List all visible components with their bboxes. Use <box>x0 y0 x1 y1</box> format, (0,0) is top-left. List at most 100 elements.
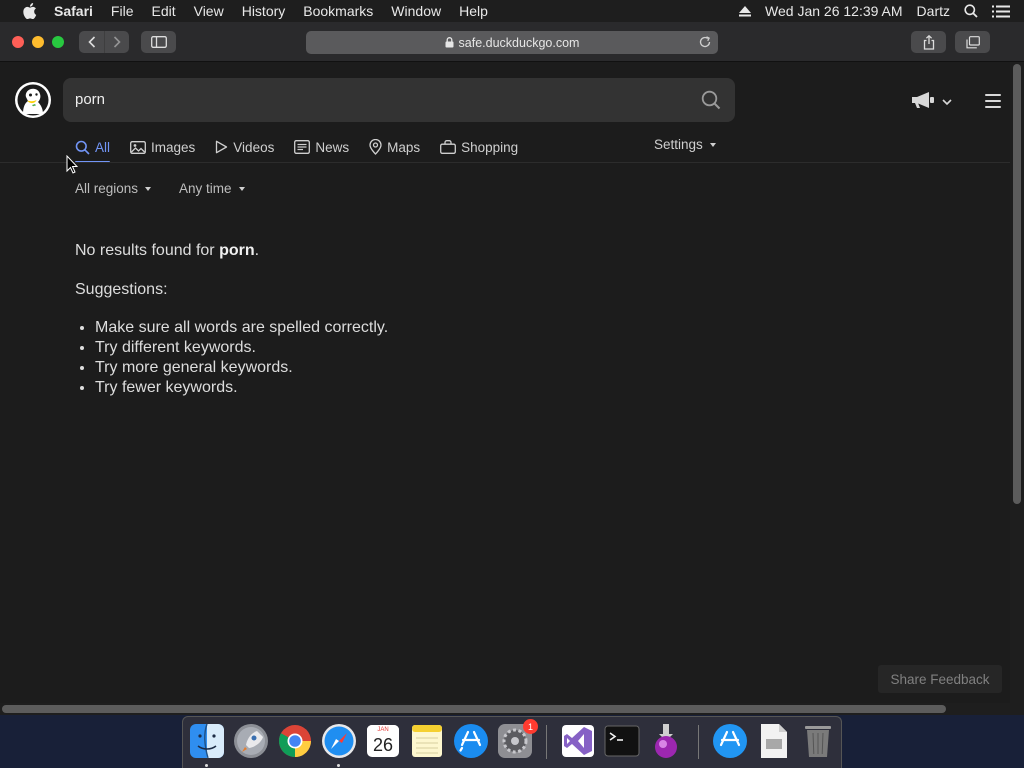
notification-center-icon[interactable] <box>992 5 1010 18</box>
tab-label: Images <box>151 139 196 155</box>
browser-toolbar: safe.duckduckgo.com <box>0 22 1024 77</box>
search-bar[interactable]: porn <box>63 78 735 122</box>
calendar-icon[interactable]: JAN 26 <box>364 722 402 760</box>
calendar-month: JAN <box>377 727 389 733</box>
share-feedback-button[interactable]: Share Feedback <box>878 665 1002 693</box>
installer-icon[interactable] <box>647 722 685 760</box>
search-filters: All regions Any time <box>75 181 273 196</box>
menu-history[interactable]: History <box>242 3 286 19</box>
share-button[interactable] <box>911 31 946 53</box>
no-results-prefix: No results found for <box>75 242 220 259</box>
map-pin-icon <box>369 139 382 155</box>
show-tabs-button[interactable] <box>955 31 990 53</box>
caret-down-icon <box>145 186 152 191</box>
duckduckgo-logo[interactable] <box>14 81 52 119</box>
menu-file[interactable]: File <box>111 3 134 19</box>
tab-shopping[interactable]: Shopping <box>440 132 518 162</box>
tab-all[interactable]: All <box>75 132 111 163</box>
suggestions-list: Make sure all words are spelled correctl… <box>95 318 388 398</box>
safari-icon[interactable] <box>320 722 358 760</box>
vertical-scroll-thumb[interactable] <box>1013 64 1021 504</box>
visual-studio-icon[interactable] <box>559 722 597 760</box>
newspaper-icon <box>294 140 311 154</box>
sidebar-icon <box>150 36 167 48</box>
zoom-window-button[interactable] <box>52 36 64 48</box>
forward-button[interactable] <box>104 31 129 53</box>
dock-separator <box>546 725 547 759</box>
tab-label: Maps <box>387 139 421 155</box>
menubar-clock[interactable]: Wed Jan 26 12:39 AM <box>765 3 903 19</box>
calendar-day: 26 <box>372 735 394 755</box>
app-store-downloads-icon[interactable] <box>711 722 749 760</box>
announcements-button[interactable] <box>910 91 952 114</box>
settings-dropdown[interactable]: Settings <box>654 137 716 152</box>
suggestions-title: Suggestions: <box>75 281 168 298</box>
sidebar-toggle-button[interactable] <box>141 31 176 53</box>
reload-icon[interactable] <box>698 35 712 49</box>
results-area: No results found for porn. Suggestions: … <box>75 242 388 398</box>
menu-view[interactable]: View <box>194 3 224 19</box>
tab-maps[interactable]: Maps <box>369 132 420 162</box>
trash-icon[interactable] <box>799 722 837 760</box>
tab-label: All <box>95 139 111 155</box>
region-filter-label: All regions <box>75 181 139 196</box>
back-button[interactable] <box>79 31 104 53</box>
minimize-window-button[interactable] <box>32 36 44 48</box>
vertical-scrollbar[interactable] <box>1010 62 1024 703</box>
suggestion-item: Try fewer keywords. <box>95 378 388 398</box>
suggestion-item: Try more general keywords. <box>95 358 388 378</box>
document-icon[interactable] <box>755 722 793 760</box>
spotlight-icon[interactable] <box>964 4 978 18</box>
menu-app-safari[interactable]: Safari <box>54 3 93 19</box>
dock-separator <box>698 725 699 759</box>
terminal-icon[interactable] <box>603 722 641 760</box>
finder-icon[interactable] <box>188 722 226 760</box>
menu-bookmarks[interactable]: Bookmarks <box>303 3 373 19</box>
system-preferences-icon[interactable]: 1 <box>496 719 538 760</box>
search-input[interactable]: porn <box>75 91 105 108</box>
mouse-cursor-icon <box>66 154 79 179</box>
chevron-right-icon <box>113 36 121 48</box>
image-icon <box>130 140 146 154</box>
web-page: porn All Images Videos News Maps Shoppin… <box>0 62 1010 703</box>
launchpad-icon[interactable] <box>232 722 270 760</box>
chevron-left-icon <box>87 36 95 48</box>
address-bar[interactable]: safe.duckduckgo.com <box>306 31 718 54</box>
time-filter-label: Any time <box>179 181 232 196</box>
apple-menu-icon[interactable] <box>20 0 40 22</box>
no-results-suffix: . <box>254 242 260 259</box>
menubar-user[interactable]: Dartz <box>917 3 950 19</box>
search-icon <box>75 140 90 155</box>
search-vertical-tabs: All Images Videos News Maps Shopping <box>75 132 538 163</box>
menu-help[interactable]: Help <box>459 3 488 19</box>
horizontal-scrollbar[interactable] <box>0 703 1024 715</box>
menu-edit[interactable]: Edit <box>151 3 175 19</box>
megaphone-icon <box>910 91 936 114</box>
tab-label: News <box>315 139 350 155</box>
caret-down-icon <box>709 142 716 147</box>
search-icon[interactable] <box>701 90 721 115</box>
tab-news[interactable]: News <box>294 132 349 162</box>
share-icon <box>923 34 934 50</box>
menu-window[interactable]: Window <box>391 3 441 19</box>
chrome-icon[interactable] <box>276 722 314 760</box>
menu-hamburger-icon[interactable] <box>985 94 1001 108</box>
shopping-bag-icon <box>440 140 457 154</box>
play-icon <box>215 140 228 154</box>
app-store-icon[interactable] <box>452 722 490 760</box>
url-text: safe.duckduckgo.com <box>458 35 580 50</box>
running-indicator <box>337 764 340 767</box>
eject-icon[interactable] <box>739 5 752 17</box>
tab-videos[interactable]: Videos <box>215 132 274 162</box>
time-filter-dropdown[interactable]: Any time <box>179 181 245 196</box>
region-filter-dropdown[interactable]: All regions <box>75 181 152 196</box>
suggestion-item: Make sure all words are spelled correctl… <box>95 318 388 338</box>
notes-icon[interactable] <box>408 722 446 760</box>
tab-images[interactable]: Images <box>130 132 195 162</box>
horizontal-scroll-thumb[interactable] <box>2 705 946 713</box>
close-window-button[interactable] <box>12 36 24 48</box>
navigation-buttons <box>79 31 129 53</box>
tabs-divider <box>0 162 1010 163</box>
settings-label: Settings <box>654 137 703 152</box>
caret-down-icon <box>238 186 245 191</box>
